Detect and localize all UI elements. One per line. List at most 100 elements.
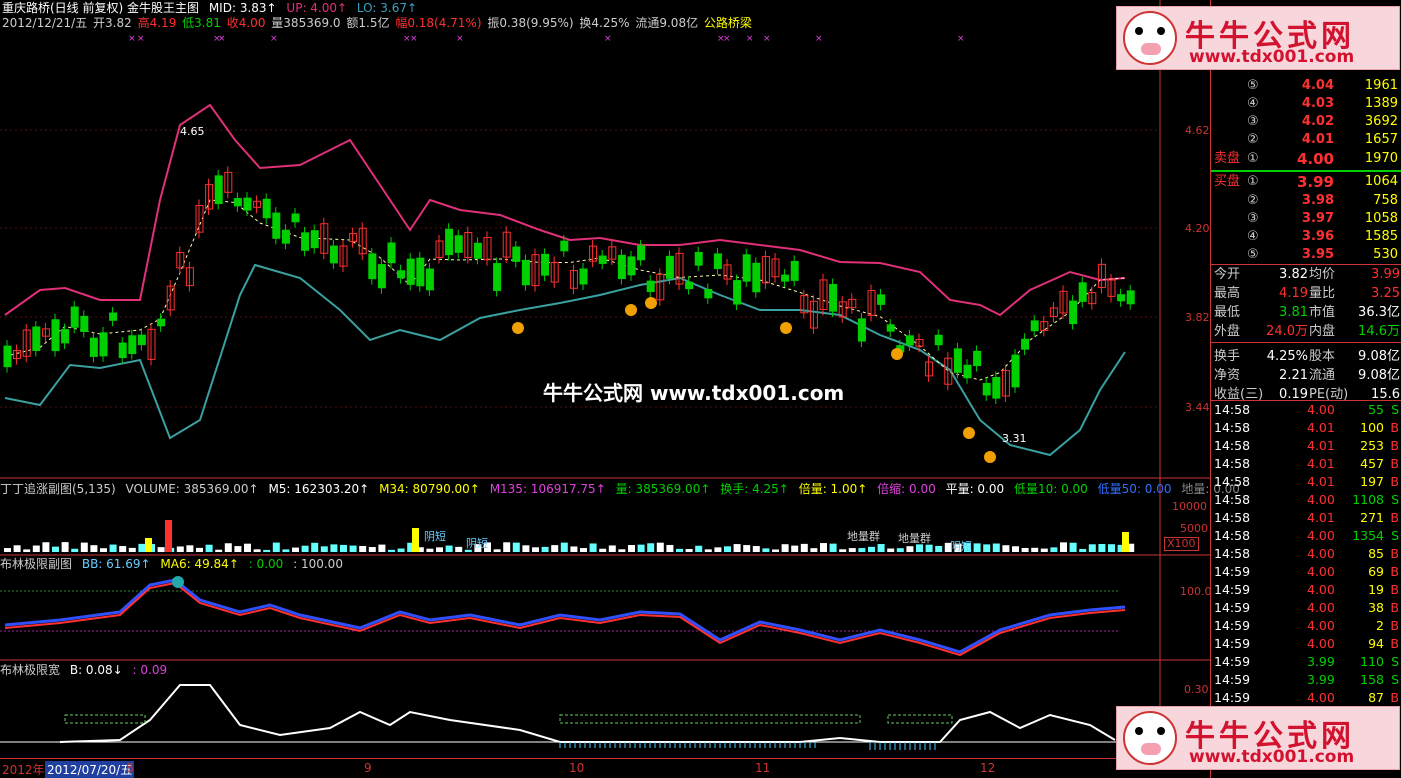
signal-strip [64, 714, 146, 724]
candle-body [886, 324, 895, 332]
candle-body [521, 259, 530, 286]
volume-bar [781, 544, 789, 552]
stat-value: 2.21 [1279, 368, 1308, 383]
bid-price: 3.96 [1301, 229, 1334, 244]
volume-bar [320, 546, 328, 552]
bid-row[interactable]: ⑤ 3.95 530 [1211, 246, 1401, 264]
tick-volume: 457 [1360, 456, 1384, 471]
tick-time: 14:59 [1214, 618, 1251, 633]
ask-price: 4.03 [1301, 96, 1334, 111]
candle-body [137, 334, 146, 346]
buy-signal-icon [984, 451, 996, 463]
volume-bar [637, 544, 645, 552]
volume-bar [436, 547, 443, 552]
tick-row[interactable]: 14:58 4.00 55 S [1211, 401, 1401, 419]
stat-label: 今开 [1214, 267, 1241, 282]
tick-time: 14:59 [1214, 654, 1251, 669]
tick-side: B [1390, 510, 1399, 525]
tick-row[interactable]: 14:58 4.01 100 B [1211, 419, 1401, 437]
tick-row[interactable]: 14:59 4.00 94 B [1211, 635, 1401, 653]
bid-row[interactable]: 买盘 ① 3.99 1064 [1211, 173, 1401, 191]
volume-bar [128, 547, 136, 552]
tick-row[interactable]: 14:59 4.00 87 B [1211, 689, 1401, 707]
tick-row[interactable]: 14:58 4.01 197 B [1211, 473, 1401, 491]
bid-row[interactable]: ④ 3.96 1585 [1211, 228, 1401, 246]
quote-concept: 公路桥梁 [703, 16, 752, 30]
tick-row[interactable]: 14:59 3.99 110 S [1211, 653, 1401, 671]
ask-level: ③ [1247, 114, 1259, 129]
tick-price: 4.01 [1307, 456, 1335, 471]
tick-row[interactable]: 14:58 4.00 1354 S [1211, 527, 1401, 545]
stat-row: 最低 3.81 市值 36.3亿 [1211, 304, 1401, 322]
stat-row: 外盘 24.0万 内盘 14.6万 [1211, 323, 1401, 341]
tick-row[interactable]: 14:58 4.00 85 B [1211, 545, 1401, 563]
candle-body [70, 306, 79, 328]
stat-row: 最高 4.19 量比 3.25 [1211, 285, 1401, 303]
stat-row: 今开 3.82 均价 3.99 [1211, 266, 1401, 284]
candle-body [905, 335, 914, 346]
tick-row[interactable]: 14:59 4.00 2 B [1211, 617, 1401, 635]
vol-header-item: 倍缩: 0.00 [877, 482, 936, 496]
bid-row[interactable]: ② 3.98 758 [1211, 192, 1401, 210]
volume-bar [234, 546, 242, 552]
buy-signal-icon [780, 322, 792, 334]
tick-row[interactable]: 14:58 4.01 271 B [1211, 509, 1401, 527]
stat-label: 均价 [1309, 267, 1336, 282]
vol-header-item: M5: 162303.20↑ [268, 482, 370, 496]
divider [1211, 264, 1401, 265]
volume-bar [119, 546, 127, 552]
tick-price: 4.00 [1307, 546, 1335, 561]
candle-body [953, 348, 962, 373]
volume-bar [560, 542, 568, 552]
tick-volume: 87 [1368, 690, 1384, 705]
price-tick: 3.44 [1185, 401, 1210, 414]
vol-header-item: 低量50: 0.00 [1097, 482, 1172, 496]
stat-value: 36.3亿 [1358, 305, 1400, 320]
volume-bar [176, 546, 184, 552]
tick-row[interactable]: 14:59 4.00 38 B [1211, 599, 1401, 617]
ask-row[interactable]: ⑤ 4.04 1961 [1211, 77, 1401, 95]
x-mark-icon: × [270, 34, 278, 44]
date-axis-cursor[interactable]: 2012/07/20/五 [45, 761, 135, 778]
ask-row[interactable]: ③ 4.02 3692 [1211, 113, 1401, 131]
peak-signal-icon [172, 576, 184, 588]
tick-price: 4.00 [1307, 600, 1335, 615]
boll-header-item: : 100.00 [293, 557, 343, 571]
stat-label: 最高 [1214, 286, 1241, 301]
tick-row[interactable]: 14:59 4.00 19 B [1211, 581, 1401, 599]
ask-row[interactable]: ② 4.01 1657 [1211, 131, 1401, 149]
volume-bar [551, 545, 559, 552]
bid-level: ④ [1247, 229, 1259, 244]
volume-bar [1050, 547, 1058, 552]
candle-body [752, 262, 761, 293]
volume-bar [1012, 546, 1019, 552]
volume-bar [1108, 544, 1115, 552]
tick-price: 3.99 [1307, 672, 1335, 687]
candle-body [1126, 290, 1135, 305]
stat-label: 外盘 [1214, 324, 1241, 339]
bid-row[interactable]: ③ 3.97 1058 [1211, 210, 1401, 228]
tick-row[interactable]: 14:59 3.99 158 S [1211, 671, 1401, 689]
volume-bar [61, 542, 69, 552]
bid-price: 3.97 [1301, 211, 1334, 226]
volume-bar [311, 542, 319, 552]
tick-time: 14:58 [1214, 438, 1251, 453]
candle-body [80, 315, 89, 333]
candle-body [646, 280, 655, 292]
x-mark-icon: × [723, 34, 731, 44]
ask-row[interactable]: 卖盘 ① 4.00 1970 [1211, 150, 1401, 168]
volume-bar [71, 548, 79, 552]
candle-body [109, 312, 118, 321]
tick-row[interactable]: 14:58 4.01 253 B [1211, 437, 1401, 455]
tick-row[interactable]: 14:58 4.00 1108 S [1211, 491, 1401, 509]
tick-row[interactable]: 14:58 4.01 457 B [1211, 455, 1401, 473]
tick-row[interactable]: 14:59 4.00 69 B [1211, 563, 1401, 581]
candle-body [128, 335, 137, 355]
vol-header-item: 平量: 0.00 [945, 482, 1005, 496]
ask-row[interactable]: ④ 4.03 1389 [1211, 95, 1401, 113]
candle-body [560, 240, 569, 252]
candle-body [397, 270, 406, 279]
tick-price: 4.00 [1307, 492, 1335, 507]
signal-strip [559, 714, 861, 724]
volume-bar [1079, 549, 1087, 552]
